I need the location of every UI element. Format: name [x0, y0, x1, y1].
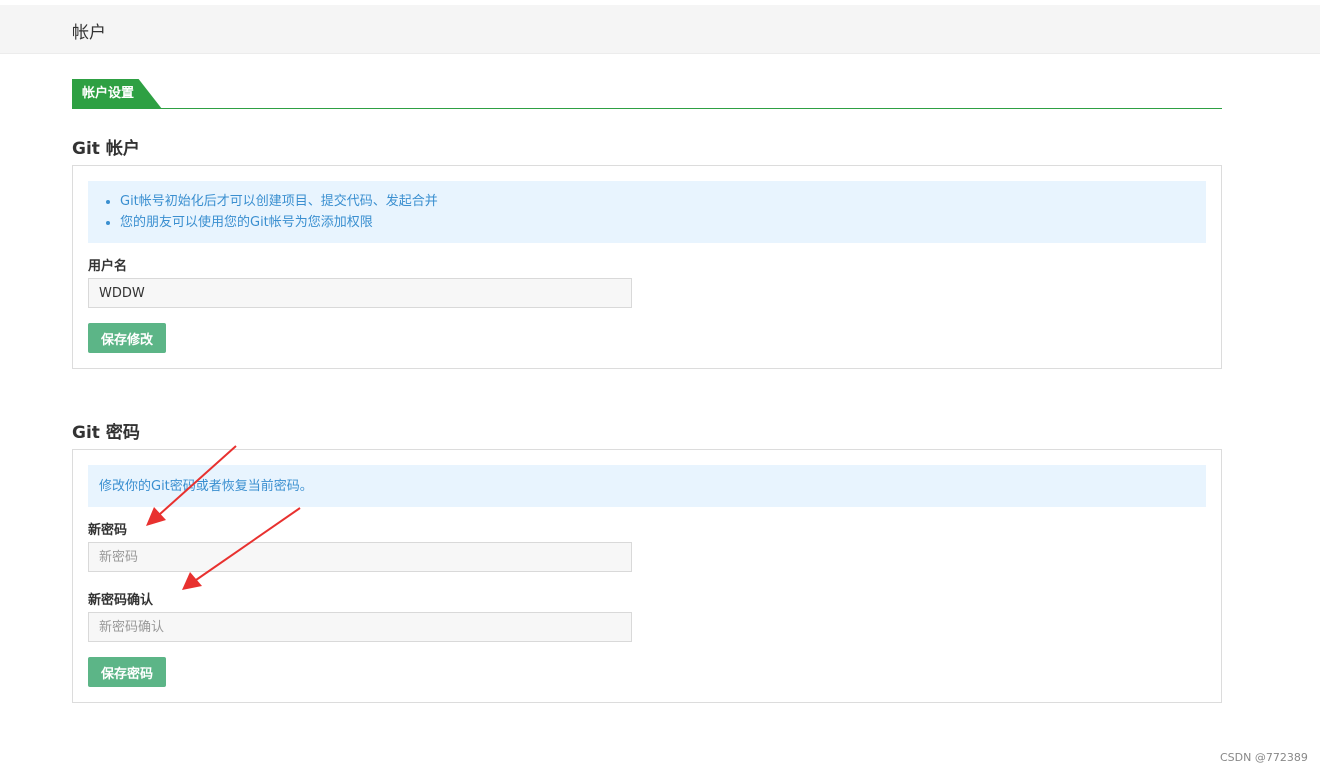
git-password-panel: 修改你的Git密码或者恢复当前密码。 新密码 新密码确认 保存密码: [72, 449, 1222, 703]
git-password-info-text: 修改你的Git密码或者恢复当前密码。: [99, 479, 313, 494]
watermark: CSDN @772389: [1220, 751, 1308, 764]
tab-account-settings[interactable]: 帐户设置: [72, 79, 162, 109]
username-field[interactable]: [88, 278, 632, 308]
tab-underline: [72, 108, 1222, 109]
info-item: Git帐号初始化后才可以创建项目、提交代码、发起合并: [120, 191, 1206, 212]
info-item: 您的朋友可以使用您的Git帐号为您添加权限: [120, 212, 1206, 233]
confirm-password-label: 新密码确认: [88, 593, 154, 608]
git-password-heading: Git 密码: [72, 423, 140, 443]
git-account-info-box: Git帐号初始化后才可以创建项目、提交代码、发起合并 您的朋友可以使用您的Git…: [88, 181, 1206, 243]
save-password-button[interactable]: 保存密码: [88, 657, 166, 687]
page-title: 帐户: [72, 23, 106, 43]
git-account-info-list: Git帐号初始化后才可以创建项目、提交代码、发起合并 您的朋友可以使用您的Git…: [88, 181, 1206, 233]
git-account-heading: Git 帐户: [72, 139, 140, 159]
new-password-label: 新密码: [88, 523, 128, 538]
username-label: 用户名: [88, 259, 128, 274]
top-header-bar: 帐户: [0, 5, 1320, 54]
git-password-info-box: 修改你的Git密码或者恢复当前密码。: [88, 465, 1206, 507]
new-password-field[interactable]: [88, 542, 632, 572]
save-changes-button[interactable]: 保存修改: [88, 323, 166, 353]
confirm-password-field[interactable]: [88, 612, 632, 642]
git-account-panel: Git帐号初始化后才可以创建项目、提交代码、发起合并 您的朋友可以使用您的Git…: [72, 165, 1222, 369]
